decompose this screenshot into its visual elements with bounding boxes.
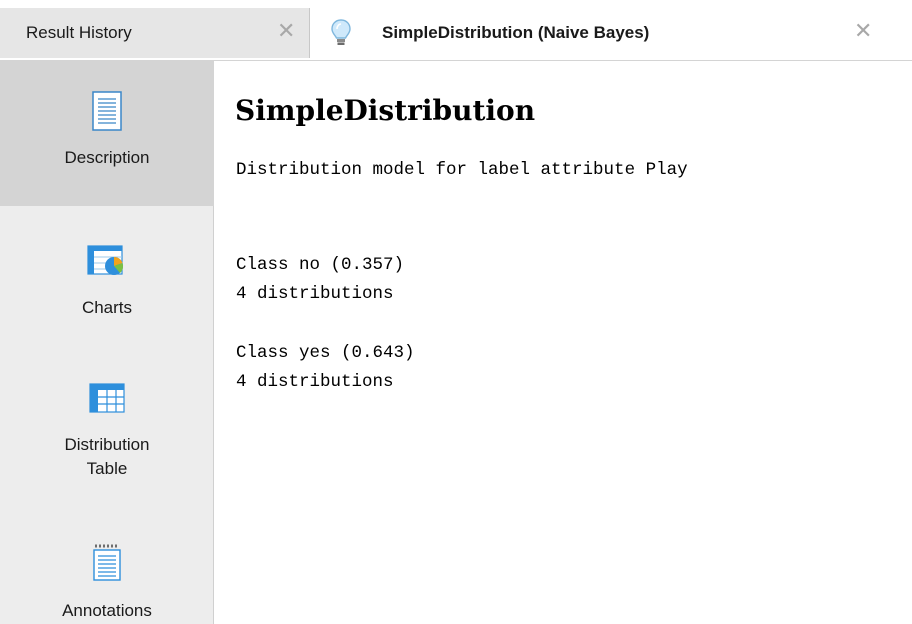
close-icon[interactable]: ✕ <box>854 20 872 42</box>
model-description-text: Distribution model for label attribute P… <box>236 160 688 180</box>
sidebar-item-description[interactable]: Description <box>0 61 214 206</box>
tab-bar: Result History ✕ SimpleDistribution (Nai… <box>0 0 912 61</box>
sidebar-item-charts[interactable]: Charts <box>0 221 214 331</box>
chart-icon <box>87 245 127 277</box>
class-detail: 4 distributions <box>236 372 394 392</box>
tab-simple-distribution[interactable]: SimpleDistribution (Naive Bayes) ✕ <box>311 8 912 58</box>
sidebar-item-label: Description <box>64 148 150 167</box>
tab-result-history[interactable]: Result History ✕ <box>0 8 310 58</box>
class-heading: Class no (0.357) <box>236 255 405 275</box>
class-heading: Class yes (0.643) <box>236 343 415 363</box>
tab-label: SimpleDistribution (Naive Bayes) <box>382 23 650 42</box>
sidebar-item-distribution-table[interactable]: Distribution Table <box>0 361 214 491</box>
sidebar-item-annotations[interactable]: Annotations <box>0 521 214 624</box>
table-icon <box>89 383 125 413</box>
model-description-panel: SimpleDistribution Distribution model fo… <box>215 62 912 624</box>
page-title: SimpleDistribution <box>235 94 536 127</box>
tab-label: Result History <box>26 23 132 42</box>
close-icon[interactable]: ✕ <box>277 20 295 42</box>
lightbulb-icon <box>330 18 352 53</box>
notes-icon <box>92 543 122 581</box>
sidebar-item-label: Table <box>86 459 128 478</box>
document-icon <box>90 91 124 131</box>
sidebar-item-label: Annotations <box>62 601 152 620</box>
view-sidebar: Description Charts Distribution Table An… <box>0 61 214 624</box>
sidebar-item-label: Charts <box>81 298 133 317</box>
class-detail: 4 distributions <box>236 284 394 304</box>
sidebar-item-label: Distribution <box>64 435 150 454</box>
